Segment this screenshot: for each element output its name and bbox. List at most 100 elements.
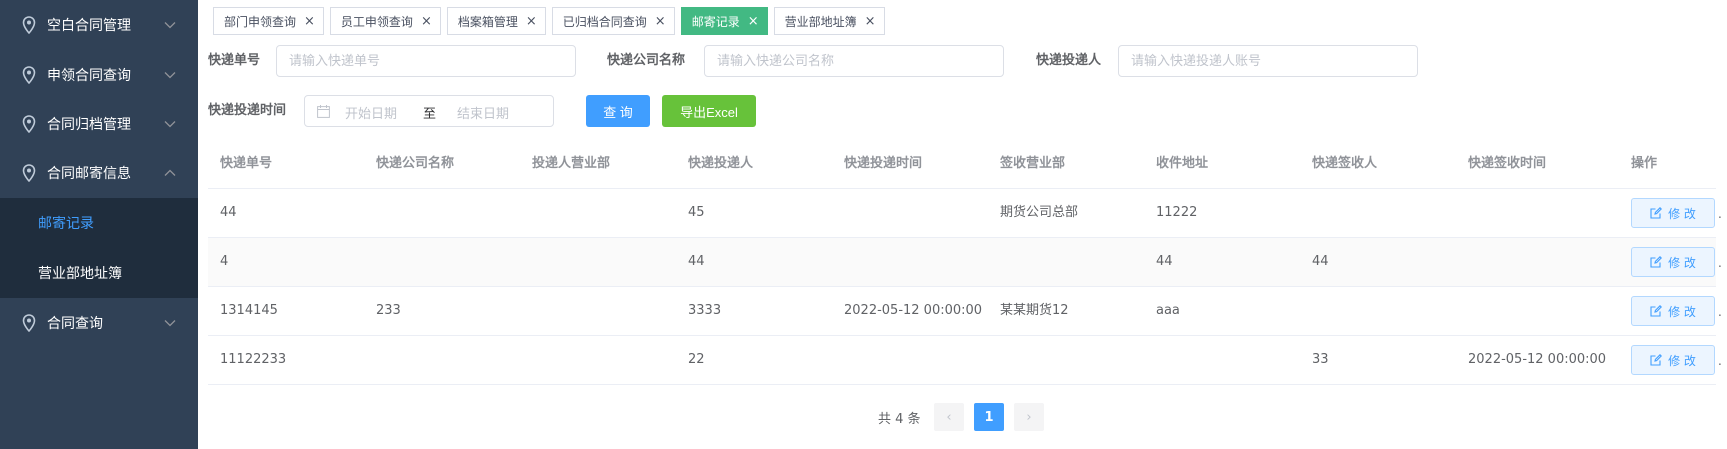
tag-label: 员工申领查询 [340, 14, 413, 29]
location-icon [22, 314, 36, 332]
sidebar-item-contract-query[interactable]: 合同查询 [0, 298, 198, 348]
column-header: 快递投递人 [688, 156, 754, 171]
edit-button-label: 修 改 [1668, 255, 1696, 270]
sidebar-item-mail-record[interactable]: 邮寄记录 [0, 198, 198, 248]
table-cell: 11222 [1156, 205, 1198, 220]
tracking-no-label: 快递单号 [208, 53, 261, 68]
chevron-down-icon [164, 121, 176, 128]
tag-dept-apply[interactable]: 部门申领查询 × [213, 7, 324, 35]
sidebar-item-address-book[interactable]: 营业部地址簿 [0, 248, 198, 298]
location-icon [22, 164, 36, 182]
close-icon[interactable]: × [526, 14, 537, 29]
more-indicator: . [1718, 354, 1722, 368]
column-header: 快递公司名称 [376, 156, 455, 171]
sidebar-item-label: 空白合同管理 [47, 18, 131, 34]
location-icon [22, 115, 36, 133]
close-icon[interactable]: × [865, 14, 876, 29]
tag-label: 部门申领查询 [224, 14, 297, 29]
edit-button[interactable]: 修 改 [1631, 198, 1715, 228]
pagination-total: 共 4 条 [878, 412, 921, 427]
table-cell: 44 [688, 254, 705, 269]
sidebar-item-label: 合同归档管理 [47, 117, 131, 133]
sidebar-item-mail-info[interactable]: 合同邮寄信息 [0, 148, 198, 198]
table-cell: 44 [220, 205, 237, 220]
tag-archive-box[interactable]: 档案箱管理 × [446, 7, 546, 35]
table-cell: 1314145 [220, 303, 278, 318]
export-excel-button[interactable]: 导出Excel [662, 95, 756, 127]
company-input[interactable] [704, 45, 1004, 77]
table-row: 44 45 期货公司总部 11222 修 改 . [208, 189, 1722, 238]
sidebar-item-apply-query[interactable]: 申领合同查询 [0, 50, 198, 100]
close-icon[interactable]: × [421, 14, 432, 29]
edit-button-label: 修 改 [1668, 304, 1696, 319]
location-icon [22, 66, 36, 84]
table-cell [364, 189, 376, 237]
sidebar-item-label: 申领合同查询 [47, 68, 131, 84]
close-icon[interactable]: × [304, 14, 315, 29]
start-date-input[interactable]: 开始日期 [345, 103, 397, 122]
sender-label: 快递投递人 [1036, 53, 1102, 68]
edit-icon [1650, 207, 1663, 219]
column-header: 投递人营业部 [532, 156, 611, 171]
column-header: 签收营业部 [1000, 156, 1066, 171]
chevron-down-icon [164, 72, 176, 79]
date-range-picker[interactable]: 开始日期 至 结束日期 [304, 95, 554, 127]
pagination-next-button[interactable]: › [1014, 403, 1044, 431]
table-cell: 44 [1312, 254, 1329, 269]
table-cell: 233 [376, 303, 401, 318]
table-cell [1456, 287, 1468, 335]
query-button[interactable]: 查 询 [586, 95, 650, 127]
close-icon[interactable]: × [748, 14, 759, 29]
mail-record-table: 快递单号 快递公司名称 投递人营业部 快递投递人 快递投递时间 签收营业部 收件… [208, 140, 1722, 385]
edit-button[interactable]: 修 改 [1631, 345, 1715, 375]
table-cell: 4 [220, 254, 229, 269]
chevron-up-icon [164, 169, 176, 176]
more-indicator: . [1718, 256, 1722, 270]
table-row: 1314145 233 3333 2022-05-12 00:00:00 某某期… [208, 287, 1722, 336]
calendar-icon [317, 105, 330, 118]
sidebar-item-blank-contract[interactable]: 空白合同管理 [0, 0, 198, 50]
table-cell [364, 238, 376, 286]
tag-mail-record[interactable]: 邮寄记录 × [680, 7, 768, 35]
table-cell [832, 189, 844, 237]
sidebar-item-label: 合同邮寄信息 [47, 166, 131, 182]
pagination-prev-button[interactable]: ‹ [934, 403, 964, 431]
edit-button[interactable]: 修 改 [1631, 247, 1715, 277]
table-cell: 22 [688, 352, 705, 367]
column-header: 快递签收时间 [1468, 156, 1547, 171]
sidebar-item-archive[interactable]: 合同归档管理 [0, 99, 198, 149]
tag-address-book[interactable]: 营业部地址簿 × [773, 7, 885, 35]
table-cell [520, 189, 532, 237]
tag-staff-apply[interactable]: 员工申领查询 × [329, 7, 441, 35]
chevron-down-icon [164, 320, 176, 327]
tag-label: 档案箱管理 [457, 14, 518, 29]
table-cell [988, 238, 1000, 286]
tag-label: 营业部地址簿 [784, 14, 857, 29]
table-cell [520, 287, 532, 335]
sidebar-item-label: 邮寄记录 [38, 216, 94, 232]
table-cell: 3333 [688, 303, 722, 318]
pagination-page-1[interactable]: 1 [974, 403, 1004, 431]
sidebar-item-label: 合同查询 [47, 316, 103, 332]
table-header: 快递单号 快递公司名称 投递人营业部 快递投递人 快递投递时间 签收营业部 收件… [208, 140, 1716, 189]
company-label: 快递公司名称 [607, 53, 686, 68]
tags-bar: 部门申领查询 × 员工申领查询 × 档案箱管理 × 已归档合同查询 × 邮寄记录 × 营业… [213, 7, 885, 35]
tag-archived-query[interactable]: 已归档合同查询 × [551, 7, 675, 35]
column-header: 操作 [1631, 156, 1658, 171]
column-header: 快递单号 [220, 156, 273, 171]
table-cell: 45 [688, 205, 705, 220]
sender-input[interactable] [1118, 45, 1418, 77]
close-icon[interactable]: × [655, 14, 666, 29]
edit-icon [1650, 305, 1663, 317]
table-row: 11122233 22 33 2022-05-12 00:00:00 修 改 . [208, 336, 1722, 385]
table-cell [520, 238, 532, 286]
tracking-no-input[interactable] [276, 45, 576, 77]
table-cell [1144, 336, 1156, 384]
time-label: 快递投递时间 [208, 103, 287, 118]
end-date-input[interactable]: 结束日期 [457, 103, 509, 122]
table-cell [1300, 287, 1312, 335]
edit-button[interactable]: 修 改 [1631, 296, 1715, 326]
tag-label: 邮寄记录 [691, 14, 740, 29]
table-cell: 2022-05-12 00:00:00 [1468, 352, 1607, 367]
edit-icon [1650, 354, 1663, 366]
